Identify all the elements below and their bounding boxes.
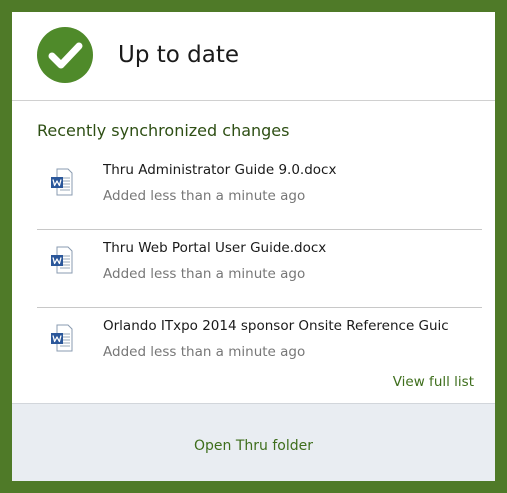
list-item[interactable]: Thru Administrator Guide 9.0.docx Added … — [37, 152, 482, 230]
file-name: Thru Administrator Guide 9.0.docx — [103, 162, 337, 178]
status-title: Up to date — [118, 42, 240, 68]
word-document-icon — [51, 246, 73, 274]
word-document-icon — [51, 168, 73, 196]
checkmark-icon — [37, 27, 93, 83]
word-document-icon — [51, 324, 73, 352]
file-status: Added less than a minute ago — [103, 344, 306, 360]
file-name: Thru Web Portal User Guide.docx — [103, 240, 327, 256]
status-header: Up to date — [12, 12, 495, 101]
recent-changes-heading: Recently synchronized changes — [37, 121, 290, 140]
list-item[interactable]: Thru Web Portal User Guide.docx Added le… — [37, 230, 482, 308]
open-folder-link[interactable]: Open Thru folder — [12, 438, 495, 454]
file-status: Added less than a minute ago — [103, 188, 306, 204]
sync-status-panel: Up to date Recently synchronized changes… — [12, 12, 495, 481]
file-name: Orlando ITxpo 2014 sponsor Onsite Refere… — [103, 318, 449, 334]
view-full-list-link[interactable]: View full list — [393, 374, 474, 390]
file-status: Added less than a minute ago — [103, 266, 306, 282]
footer-bar: Open Thru folder — [12, 403, 495, 481]
recent-files-list: Thru Administrator Guide 9.0.docx Added … — [37, 152, 482, 386]
